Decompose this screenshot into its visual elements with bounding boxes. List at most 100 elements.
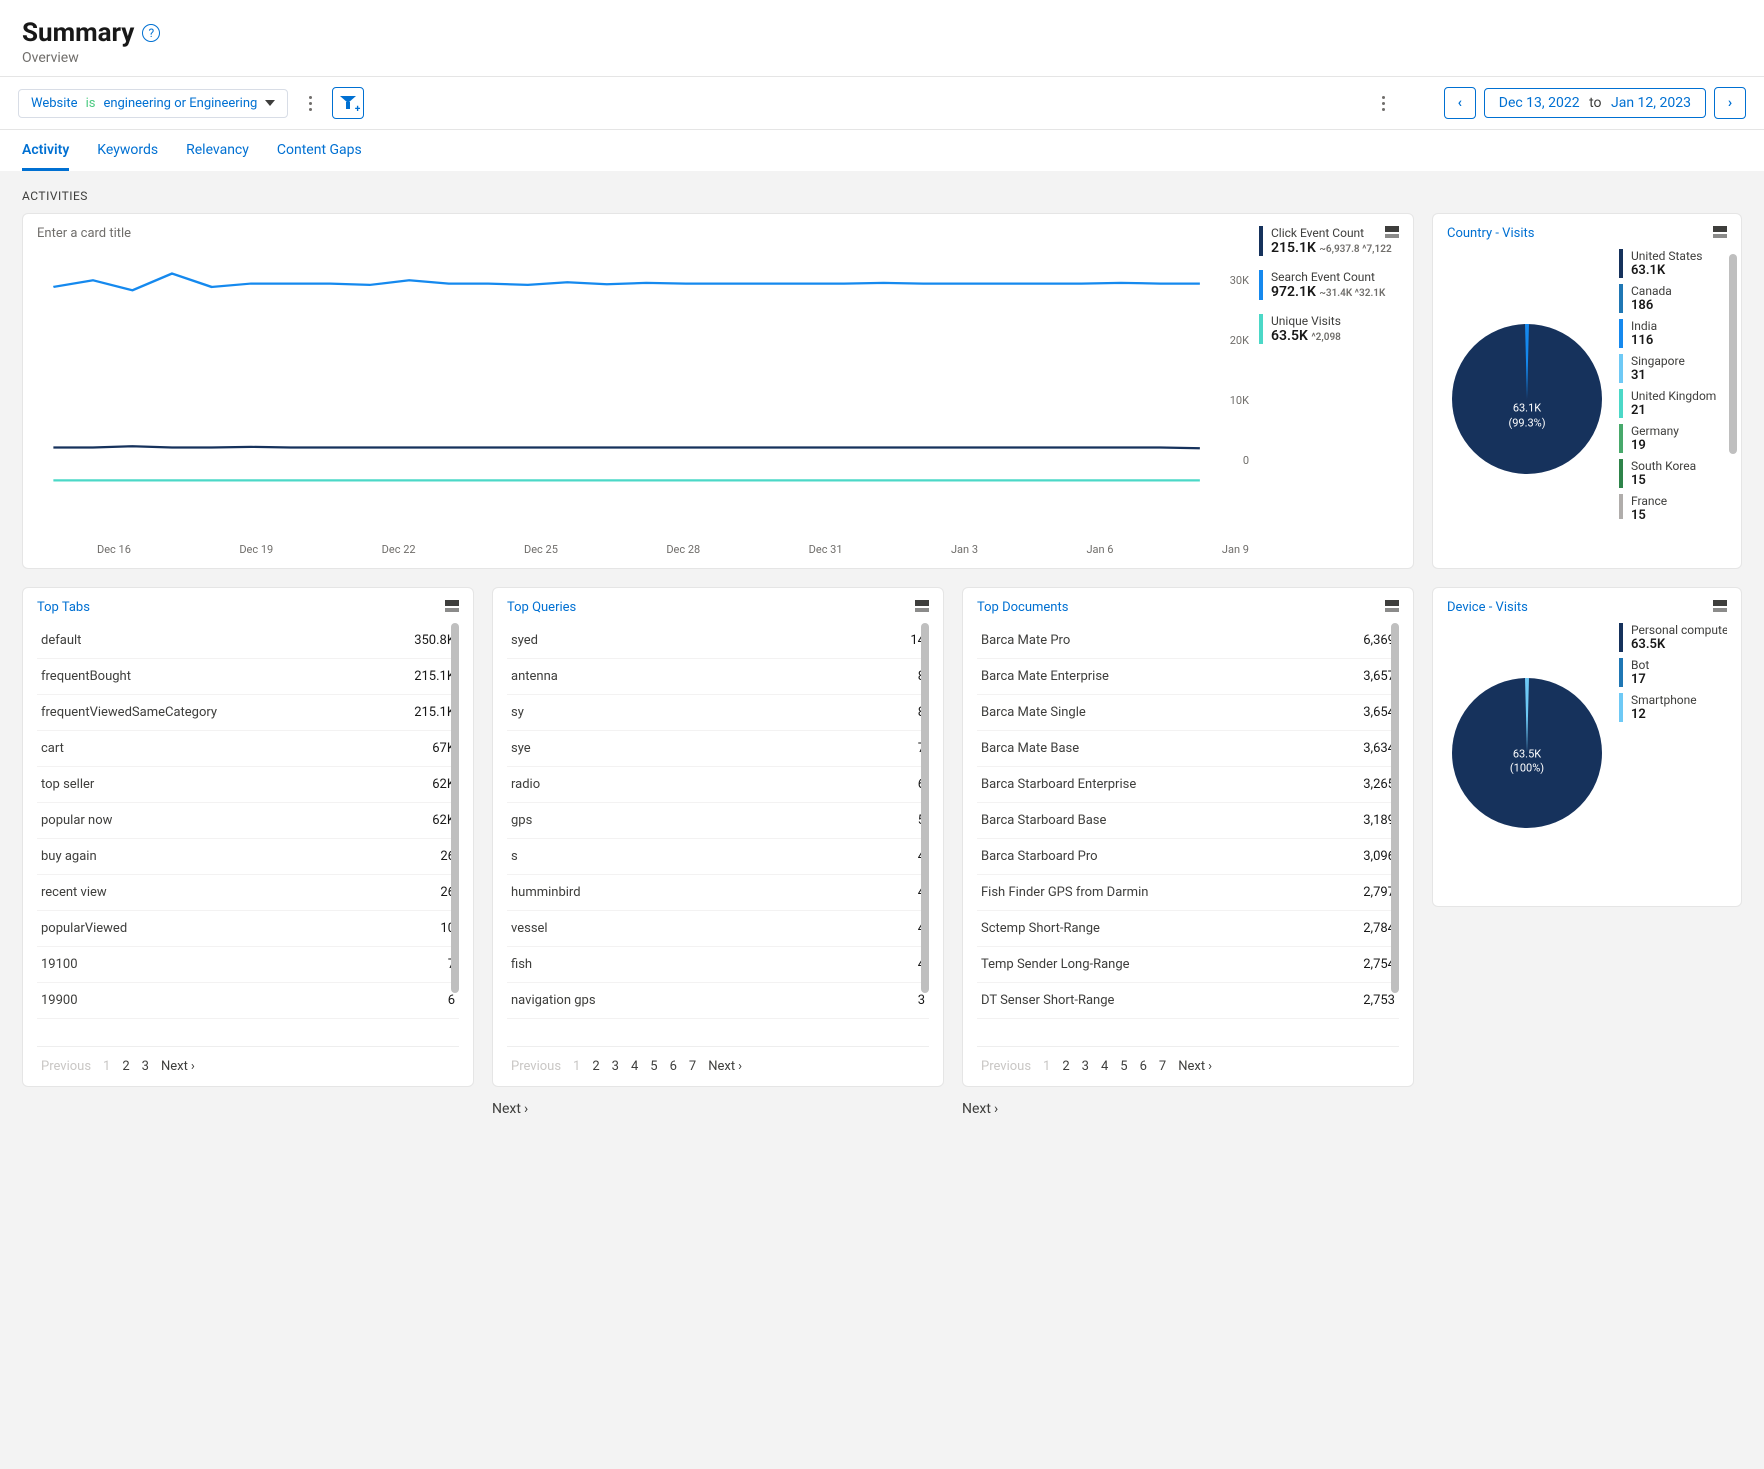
next-page-link[interactable]: Next› (492, 1101, 944, 1117)
list-item[interactable]: vessel4 (507, 911, 929, 947)
list-item[interactable]: radio6 (507, 767, 929, 803)
list-item[interactable]: fish4 (507, 947, 929, 983)
list-item[interactable]: frequentBought215.1K (37, 659, 459, 695)
line-chart: 30K 20K 10K 0 (37, 249, 1249, 539)
breadcrumb: Overview (22, 50, 1742, 66)
tabs: Activity Keywords Relevancy Content Gaps (0, 130, 1764, 171)
legend-item: Singapore31 (1619, 354, 1716, 383)
tab-relevancy[interactable]: Relevancy (186, 130, 249, 171)
scroll-thumb[interactable] (1729, 254, 1737, 454)
pager-page[interactable]: 7 (689, 1059, 696, 1074)
tab-keywords[interactable]: Keywords (97, 130, 158, 171)
next-page-link[interactable]: Next› (962, 1101, 1414, 1117)
tab-activity[interactable]: Activity (22, 130, 69, 171)
toolbar-more-menu[interactable] (1372, 89, 1396, 117)
top-queries-card: Top Queries syed14antenna8sy8sye7radio6g… (492, 587, 944, 1087)
legend-item: Germany19 (1619, 424, 1716, 453)
y-tick: 20K (1230, 334, 1249, 347)
list-item[interactable]: default350.8K (37, 623, 459, 659)
card-settings-icon[interactable] (1385, 226, 1399, 238)
pager-page[interactable]: 5 (1120, 1059, 1127, 1074)
date-from: Dec 13, 2022 (1499, 95, 1580, 111)
pager-next[interactable]: Next › (708, 1059, 742, 1074)
scroll-thumb[interactable] (451, 623, 459, 993)
pager-page[interactable]: 3 (1082, 1059, 1089, 1074)
list-item[interactable]: popularViewed10 (37, 911, 459, 947)
legend-item: Unique Visits63.5K ^2,098 (1259, 314, 1399, 344)
date-range-picker[interactable]: Dec 13, 2022 to Jan 12, 2023 (1484, 88, 1706, 118)
pager-page[interactable]: 1 (103, 1059, 110, 1074)
pager-page[interactable]: 7 (1159, 1059, 1166, 1074)
list-item[interactable]: Barca Starboard Pro3,096 (977, 839, 1399, 875)
list-item[interactable]: sye7 (507, 731, 929, 767)
list-item[interactable]: Sctemp Short-Range2,784 (977, 911, 1399, 947)
list-item[interactable]: antenna8 (507, 659, 929, 695)
chevron-down-icon (265, 100, 275, 106)
legend-item: Bot17 (1619, 658, 1727, 687)
card-settings-icon[interactable] (915, 600, 929, 612)
pager-page[interactable]: 6 (1140, 1059, 1147, 1074)
list-item[interactable]: cart67K (37, 731, 459, 767)
list-item[interactable]: sy8 (507, 695, 929, 731)
list-item[interactable]: s4 (507, 839, 929, 875)
list-item[interactable]: top seller62K (37, 767, 459, 803)
filter-pill[interactable]: Website is engineering or Engineering (18, 89, 288, 118)
list-item[interactable]: popular now62K (37, 803, 459, 839)
scroll-thumb[interactable] (1391, 623, 1399, 993)
chevron-right-icon: › (1728, 95, 1732, 111)
pager-prev[interactable]: Previous (981, 1059, 1031, 1074)
pager-next[interactable]: Next › (161, 1059, 195, 1074)
pager-prev[interactable]: Previous (511, 1059, 561, 1074)
list-item[interactable]: syed14 (507, 623, 929, 659)
card-settings-icon[interactable] (1713, 600, 1727, 612)
pager-page[interactable]: 2 (1062, 1059, 1069, 1074)
pager-prev[interactable]: Previous (41, 1059, 91, 1074)
pager-page[interactable]: 1 (1043, 1059, 1050, 1074)
pager-page[interactable]: 3 (142, 1059, 149, 1074)
top-documents-card: Top Documents Barca Mate Pro6,369Barca M… (962, 587, 1414, 1087)
card-title: Top Queries (507, 600, 929, 615)
list-item[interactable]: frequentViewedSameCategory215.1K (37, 695, 459, 731)
list-item[interactable]: Barca Mate Base3,634 (977, 731, 1399, 767)
activity-chart-card: Enter a card title 30K 20K 10K 0 Dec 16D… (22, 213, 1414, 569)
date-next-button[interactable]: › (1714, 87, 1746, 119)
list-item[interactable]: gps5 (507, 803, 929, 839)
pager-page[interactable]: 4 (1101, 1059, 1108, 1074)
pager-page[interactable]: 2 (122, 1059, 129, 1074)
help-icon[interactable]: ? (142, 24, 160, 42)
list-item[interactable]: recent view26 (37, 875, 459, 911)
pager-page[interactable]: 1 (573, 1059, 580, 1074)
pager-page[interactable]: 4 (631, 1059, 638, 1074)
tab-content-gaps[interactable]: Content Gaps (277, 130, 362, 171)
card-settings-icon[interactable] (1385, 600, 1399, 612)
list-item[interactable]: Barca Starboard Enterprise3,265 (977, 767, 1399, 803)
list-item[interactable]: Barca Mate Pro6,369 (977, 623, 1399, 659)
add-filter-button[interactable]: + (332, 87, 364, 119)
pager: Previous 123 Next › (37, 1046, 459, 1074)
list-item[interactable]: Barca Mate Single3,654 (977, 695, 1399, 731)
list-item[interactable]: humminbird4 (507, 875, 929, 911)
filter-operator: is (86, 96, 96, 111)
scroll-thumb[interactable] (921, 623, 929, 993)
list-item[interactable]: buy again26 (37, 839, 459, 875)
list-item[interactable]: DT Senser Short-Range2,753 (977, 983, 1399, 1019)
list-item[interactable]: Fish Finder GPS from Darmin2,797 (977, 875, 1399, 911)
list-item[interactable]: Barca Starboard Base3,189 (977, 803, 1399, 839)
pager-page[interactable]: 6 (670, 1059, 677, 1074)
country-pie-chart: 63.1K(99.3%) (1447, 249, 1607, 519)
x-tick: Dec 22 (382, 543, 416, 556)
pager-page[interactable]: 5 (650, 1059, 657, 1074)
card-settings-icon[interactable] (445, 600, 459, 612)
pager-page[interactable]: 2 (592, 1059, 599, 1074)
pager-page[interactable]: 3 (612, 1059, 619, 1074)
card-settings-icon[interactable] (1713, 226, 1727, 238)
list-item[interactable]: 191007 (37, 947, 459, 983)
card-title-input[interactable]: Enter a card title (37, 226, 1249, 241)
date-prev-button[interactable]: ‹ (1444, 87, 1476, 119)
list-item[interactable]: Barca Mate Enterprise3,657 (977, 659, 1399, 695)
pager-next[interactable]: Next › (1178, 1059, 1212, 1074)
list-item[interactable]: navigation gps3 (507, 983, 929, 1019)
list-item[interactable]: Temp Sender Long-Range2,754 (977, 947, 1399, 983)
list-item[interactable]: 199006 (37, 983, 459, 1019)
filter-more-menu[interactable] (298, 89, 322, 117)
